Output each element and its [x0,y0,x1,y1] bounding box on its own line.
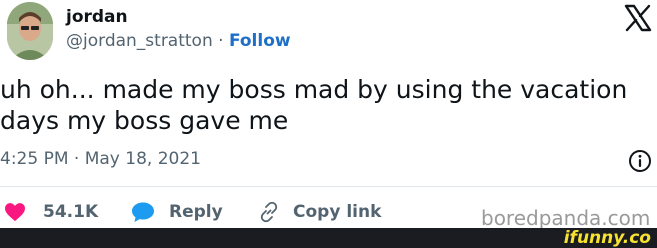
handle[interactable]: @jordan_stratton [66,31,213,51]
ifunny-logo: ifunny.co [563,228,651,248]
link-icon [260,201,278,223]
timestamp[interactable]: 4:25 PM · May 18, 2021 [0,149,201,169]
reply-button[interactable]: Reply [131,200,223,224]
copy-link-button[interactable]: Copy link [257,200,381,224]
avatar[interactable] [7,2,53,60]
like-button[interactable]: 54.1K [4,200,98,224]
ifunny-bar: ifunny.co [0,228,657,248]
handle-row: @jordan_stratton · Follow [66,31,291,51]
reply-label: Reply [169,202,223,222]
heart-icon [5,203,25,222]
tweet-text: uh oh... made my boss mad by using the v… [0,75,628,135]
display-name[interactable]: jordan [66,7,128,27]
copy-link-label: Copy link [293,202,382,222]
like-count: 54.1K [43,202,99,222]
divider [0,186,657,187]
speech-bubble-icon [132,202,154,222]
separator-dot: · [218,31,224,51]
follow-button[interactable]: Follow [229,31,291,51]
x-logo-icon[interactable] [624,4,652,32]
boredpanda-watermark: boredpanda.com [481,206,651,230]
info-icon[interactable] [628,149,652,173]
